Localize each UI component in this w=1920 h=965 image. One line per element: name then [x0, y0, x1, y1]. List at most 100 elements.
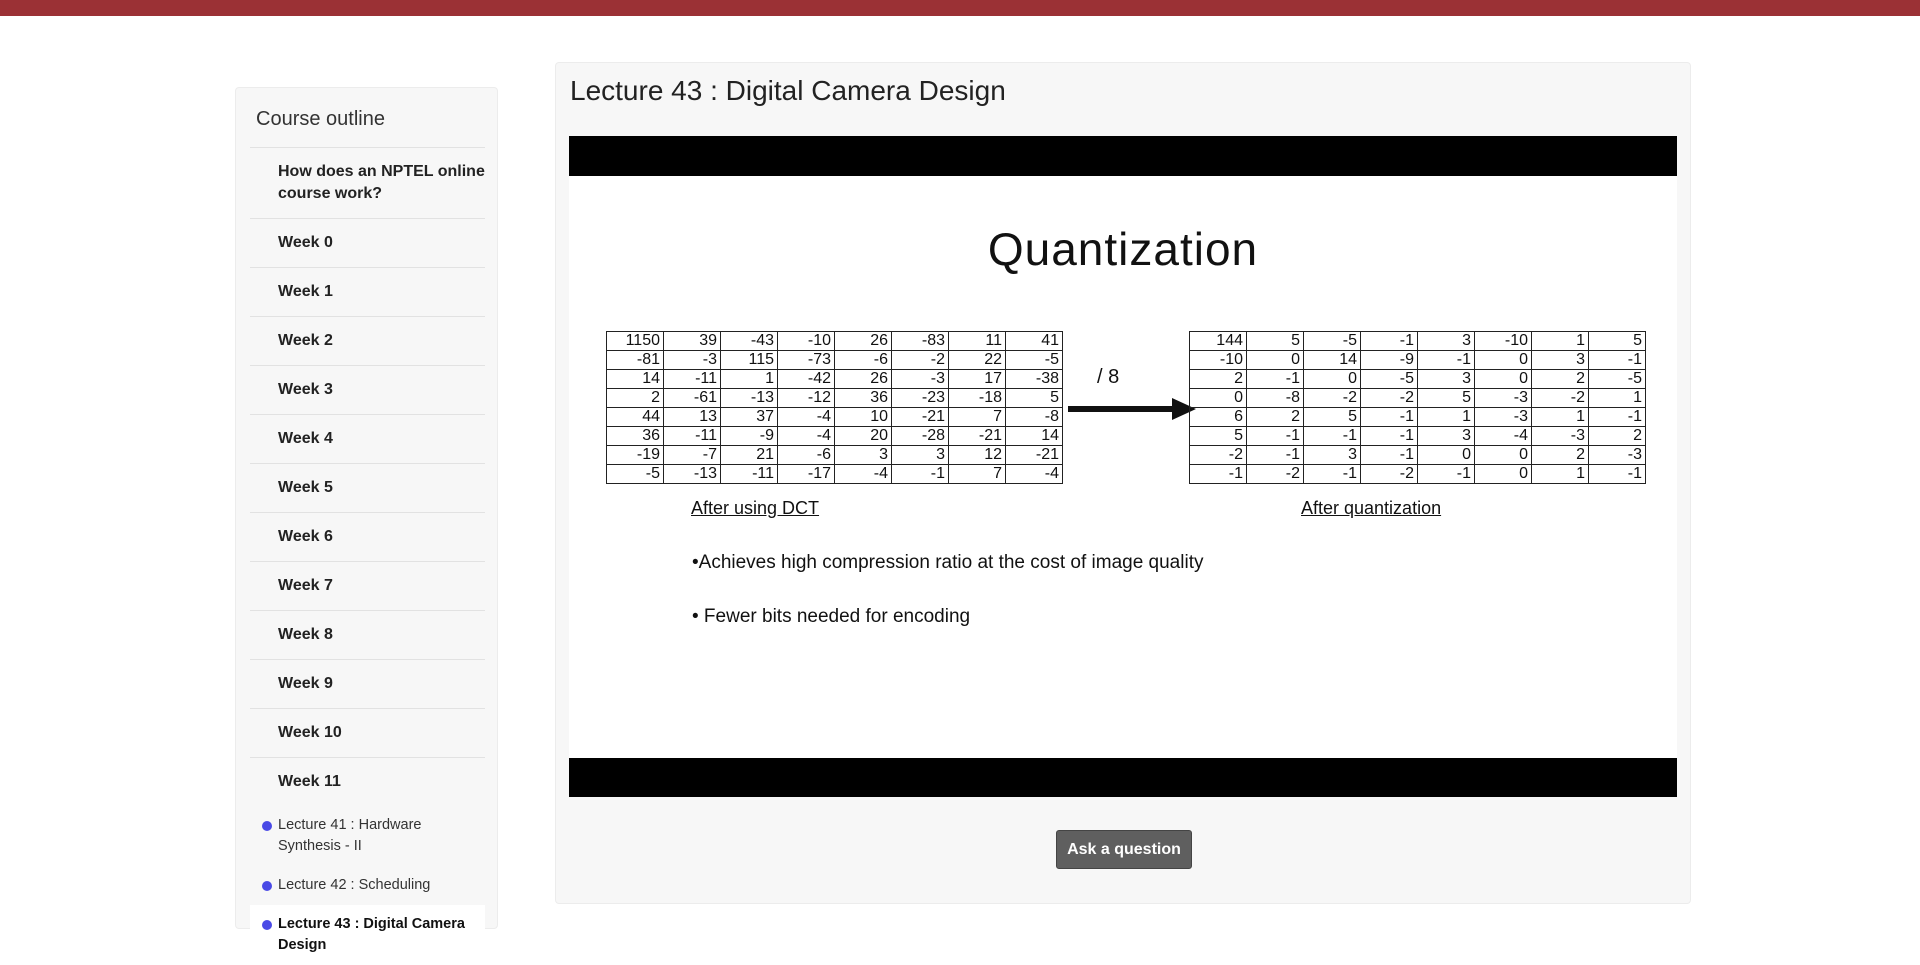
sidebar-item-week-1[interactable]: Week 1 [250, 267, 485, 316]
matrix-cell: -3 [663, 350, 721, 370]
matrix-cell: -2 [1531, 388, 1589, 408]
slide-bullet: •Achieves high compression ratio at the … [692, 552, 1204, 573]
matrix-cell: -7 [663, 445, 721, 465]
matrix-cell: -4 [1005, 464, 1063, 484]
matrix-cell: -1 [1360, 407, 1418, 427]
matrix-cell: -21 [891, 407, 949, 427]
matrix-cell: -9 [1360, 350, 1418, 370]
sidebar-item-week-2[interactable]: Week 2 [250, 316, 485, 365]
sidebar-lecture-43[interactable]: Lecture 43 : Digital Camera Design [250, 905, 485, 965]
matrix-cell: -19 [606, 445, 664, 465]
matrix-cell: -10 [1189, 350, 1247, 370]
matrix-cell: -13 [663, 464, 721, 484]
sidebar-item-week-8[interactable]: Week 8 [250, 610, 485, 659]
matrix-cell: 7 [948, 464, 1006, 484]
matrix-row: 44 13 37 -4 10 -21 7 -8 [606, 407, 1063, 427]
sidebar-item-week-9[interactable]: Week 9 [250, 659, 485, 708]
matrix-cell: -42 [777, 369, 835, 389]
matrix-cell: -4 [834, 464, 892, 484]
matrix-cell: -5 [1360, 369, 1418, 389]
matrix-cell: -12 [777, 388, 835, 408]
matrix-cell: 2 [1246, 407, 1304, 427]
course-outline-sidebar: Course outline How does an NPTEL online … [235, 87, 498, 965]
matrix-cell: 26 [834, 369, 892, 389]
matrix-cell: 0 [1474, 369, 1532, 389]
matrix-cell: 21 [720, 445, 778, 465]
matrix-cell: -1 [1417, 350, 1475, 370]
matrix-row: 144 5 -5 -1 3 -10 1 5 [1189, 331, 1646, 351]
matrix-row: 5 -1 -1 -1 3 -4 -3 2 [1189, 426, 1646, 446]
status-dot-icon [262, 821, 272, 831]
matrix-cell: -5 [1303, 331, 1361, 351]
sidebar-lecture-41[interactable]: Lecture 41 : Hardware Synthesis - II [250, 806, 485, 866]
matrix-row: 2 -1 0 -5 3 0 2 -5 [1189, 369, 1646, 389]
divide-label: / 8 [1097, 366, 1120, 388]
matrix-cell: 3 [891, 445, 949, 465]
matrix-cell: -18 [948, 388, 1006, 408]
matrix-cell: -13 [720, 388, 778, 408]
sidebar-item-week-10[interactable]: Week 10 [250, 708, 485, 757]
matrix-cell: -1 [1588, 464, 1646, 484]
matrix-cell: -28 [891, 426, 949, 446]
matrix-cell: -3 [1474, 388, 1532, 408]
matrix-cell: -1 [1246, 426, 1304, 446]
sidebar-item-week-5[interactable]: Week 5 [250, 463, 485, 512]
matrix-cell: 0 [1303, 369, 1361, 389]
matrix-cell: -1 [1189, 464, 1247, 484]
matrix-cell: -1 [891, 464, 949, 484]
matrix-cell: -73 [777, 350, 835, 370]
matrix-cell: 2 [1588, 426, 1646, 446]
dct-matrix: 1150 39 -43 -10 26 -83 11 41 -81 -3 115 -73 -6 -2 22 -5… [606, 331, 1063, 484]
matrix-cell: -6 [777, 445, 835, 465]
status-dot-icon [262, 881, 272, 891]
matrix-row: 0 -8 -2 -2 5 -3 -2 1 [1189, 388, 1646, 408]
sidebar-item-week-11[interactable]: Week 11 [250, 757, 485, 806]
matrix-cell: 1 [1588, 388, 1646, 408]
matrix-cell: 26 [834, 331, 892, 351]
matrix-cell: 1 [1417, 407, 1475, 427]
matrix-cell: -1 [1417, 464, 1475, 484]
sidebar-item-week-6[interactable]: Week 6 [250, 512, 485, 561]
matrix-cell: -21 [948, 426, 1006, 446]
matrix-cell: 5 [1246, 331, 1304, 351]
matrix-cell: 17 [948, 369, 1006, 389]
matrix-cell: -4 [777, 407, 835, 427]
matrix-cell: 3 [1417, 369, 1475, 389]
matrix-cell: 5 [1417, 388, 1475, 408]
matrix-row: -10 0 14 -9 -1 0 3 -1 [1189, 350, 1646, 370]
matrix-cell: 5 [1005, 388, 1063, 408]
matrix-cell: -5 [1005, 350, 1063, 370]
video-player[interactable]: Quantization 1150 39 -43 -10 26 -83 11 41 -81 -3 1… [569, 136, 1677, 797]
sidebar-item-week-7[interactable]: Week 7 [250, 561, 485, 610]
matrix-cell: -1 [1588, 407, 1646, 427]
matrix-cell: -4 [777, 426, 835, 446]
sidebar-lecture-42[interactable]: Lecture 42 : Scheduling [250, 866, 485, 905]
matrix-cell: 14 [1303, 350, 1361, 370]
ask-question-button[interactable]: Ask a question [1056, 830, 1192, 869]
matrix-cell: -1 [1588, 350, 1646, 370]
sidebar-item-week-3[interactable]: Week 3 [250, 365, 485, 414]
matrix-cell: -2 [1189, 445, 1247, 465]
matrix-cell: -61 [663, 388, 721, 408]
matrix-cell: -11 [720, 464, 778, 484]
matrix-cell: -5 [606, 464, 664, 484]
sidebar-lecture-label: Lecture 41 : Hardware Synthesis - II [278, 817, 422, 854]
sidebar-title: Course outline [256, 108, 385, 130]
matrix-cell: 0 [1189, 388, 1247, 408]
matrix-cell: -1 [1303, 464, 1361, 484]
sidebar-item-how-course-works[interactable]: How does an NPTEL online course work? [250, 147, 485, 218]
matrix-row: -81 -3 115 -73 -6 -2 22 -5 [606, 350, 1063, 370]
matrix-cell: 13 [663, 407, 721, 427]
sidebar-lecture-label: Lecture 42 : Scheduling [278, 877, 431, 893]
page-title: Lecture 43 : Digital Camera Design [570, 75, 1006, 106]
matrix-row: 2 -61 -13 -12 36 -23 -18 5 [606, 388, 1063, 408]
matrix-cell: 0 [1246, 350, 1304, 370]
matrix-cell: -2 [1246, 464, 1304, 484]
sidebar-item-week-0[interactable]: Week 0 [250, 218, 485, 267]
matrix-cell: 5 [1303, 407, 1361, 427]
matrix-cell: -9 [720, 426, 778, 446]
sidebar-item-week-4[interactable]: Week 4 [250, 414, 485, 463]
matrix-cell: -1 [1246, 369, 1304, 389]
matrix-row: -2 -1 3 -1 0 0 2 -3 [1189, 445, 1646, 465]
matrix-cell: -3 [1588, 445, 1646, 465]
